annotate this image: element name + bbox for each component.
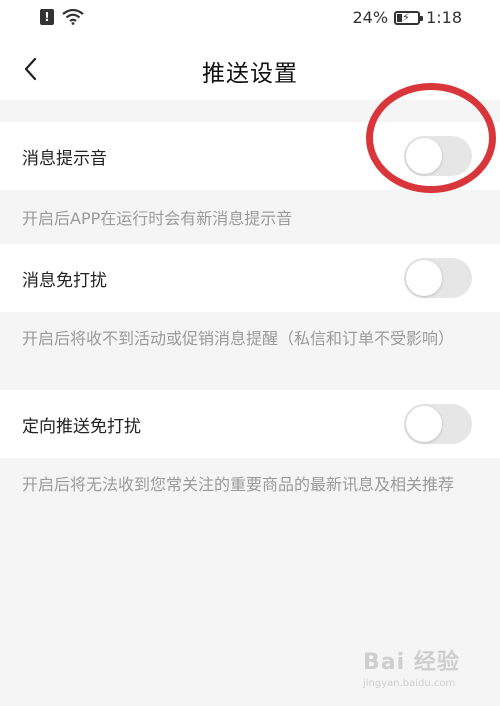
setting-row-do-not-disturb: 消息免打扰 — [0, 244, 500, 312]
annotation-circle — [366, 83, 496, 193]
watermark-url: jingyan.baidu.com — [363, 678, 456, 689]
watermark: Bai 经验 jingyan.baidu.com — [363, 644, 478, 692]
setting-description: 开启后APP在运行时会有新消息提示音 — [22, 209, 293, 228]
setting-label: 定向推送免打扰 — [22, 417, 141, 437]
alert-icon: ! — [40, 9, 54, 25]
battery-icon: ⚡ — [394, 10, 424, 25]
setting-row-targeted-push: 定向推送免打扰 — [0, 390, 500, 458]
toggle-knob — [406, 260, 442, 296]
toggle-knob — [406, 406, 442, 442]
setting-description: 开启后将收不到活动或促销消息提醒（私信和订单不受影响） — [22, 329, 455, 348]
setting-label: 消息免打扰 — [22, 271, 107, 291]
battery-percent: 24% — [352, 8, 389, 27]
wifi-icon — [62, 9, 84, 25]
do-not-disturb-toggle[interactable] — [404, 258, 472, 298]
targeted-push-toggle[interactable] — [404, 404, 472, 444]
setting-label: 消息提示音 — [22, 149, 107, 169]
clock: 1:18 — [426, 8, 462, 27]
setting-description: 开启后将无法收到您常关注的重要商品的最新讯息及相关推荐 — [22, 475, 455, 494]
status-bar: ! 24% ⚡ 1:18 — [0, 0, 500, 38]
watermark-logo: Bai 经验 — [363, 650, 460, 675]
